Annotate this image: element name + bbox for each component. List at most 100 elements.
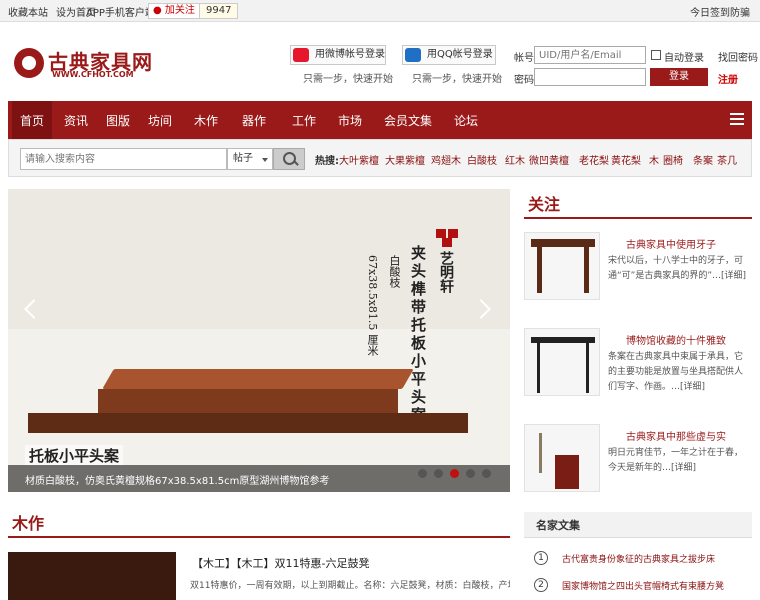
famous-articles-title: 名家文集 bbox=[536, 519, 580, 532]
account-input[interactable] bbox=[534, 46, 646, 64]
woodwork-section-title: 木作 bbox=[12, 514, 45, 533]
slide-dot[interactable] bbox=[418, 469, 427, 478]
app-link[interactable]: APP手机客户端 bbox=[86, 4, 155, 19]
bookmark-link[interactable]: 收藏本站 bbox=[8, 4, 48, 19]
slide-vertical-title: 夹头榫带托板小平头案 bbox=[409, 245, 427, 425]
woodwork-section-header: 木作 bbox=[8, 508, 510, 538]
focus-section-title: 关注 bbox=[528, 195, 561, 214]
menu-icon[interactable] bbox=[730, 113, 744, 125]
famous-article-item[interactable]: 1 古代富贵身份象征的古典家具之拔步床 bbox=[534, 551, 752, 569]
hot-keyword[interactable]: 红木 bbox=[505, 152, 525, 167]
weibo-login-label: 用微博帐号登录 bbox=[315, 49, 385, 60]
nav-item-forum[interactable]: 论坛 bbox=[454, 112, 478, 129]
qq-login-button[interactable]: 用QQ帐号登录 bbox=[402, 45, 496, 65]
nav-item-home[interactable]: 首页 bbox=[12, 101, 53, 139]
nav-item-market[interactable]: 市场 bbox=[338, 112, 362, 129]
qq-login-label: 用QQ帐号登录 bbox=[427, 49, 493, 60]
search-scope-select[interactable]: 帖子 bbox=[227, 148, 273, 170]
slide-caption-title[interactable]: 托板小平头案 bbox=[25, 445, 124, 466]
hot-keyword[interactable]: 微凹黄檀 bbox=[529, 152, 569, 167]
focus-item-summary: 明日元宵佳节，一年之计在于春，今天是新年的…[详细] bbox=[608, 448, 744, 473]
famous-article-title[interactable]: 国家博物馆之四出头官帽椅式有束腰方凳 bbox=[562, 579, 724, 592]
famous-article-title[interactable]: 古代富贵身份象征的古典家具之拔步床 bbox=[562, 552, 715, 565]
slide-dot[interactable] bbox=[434, 469, 443, 478]
slide-material: 白酸枝 bbox=[388, 255, 401, 288]
focus-section-header: 关注 bbox=[524, 189, 752, 219]
famous-articles-header: 名家文集 bbox=[524, 512, 752, 538]
rank-number: 1 bbox=[534, 551, 548, 565]
hot-keyword[interactable]: 茶几 bbox=[717, 152, 737, 167]
famous-article-item[interactable]: 2 国家博物馆之四出头官帽椅式有束腰方凳 bbox=[534, 578, 752, 596]
focus-item[interactable]: 古典家具中那些虚与实 明日元宵佳节，一年之计在于春，今天是新年的…[详细] bbox=[524, 424, 752, 504]
focus-item-title[interactable]: 古典家具中使用牙子 bbox=[626, 236, 716, 251]
weibo-login-button[interactable]: 用微博帐号登录 bbox=[290, 45, 386, 65]
password-input[interactable] bbox=[534, 68, 646, 86]
hot-keyword[interactable]: 木 bbox=[649, 152, 659, 167]
featured-slider[interactable]: 艺明轩 夹头榫带托板小平头案 白酸枝 67x38.5x81.5 厘米 托板小平头… bbox=[8, 189, 510, 492]
slide-dot[interactable] bbox=[482, 469, 491, 478]
cabinet-thumbnail bbox=[524, 424, 600, 492]
focus-item[interactable]: 古典家具中使用牙子 宋代以后，十八学士中的牙子，可通“可”是古典家具的界的”…[… bbox=[524, 232, 752, 312]
slide-background bbox=[8, 189, 510, 329]
hot-search-label: 热搜: bbox=[315, 156, 339, 167]
focus-item-title[interactable]: 博物馆收藏的十件雅致 bbox=[626, 332, 726, 347]
logo-emblem-icon bbox=[14, 48, 44, 78]
hot-keyword[interactable]: 大叶紫檀 bbox=[339, 152, 379, 167]
nav-item-member-articles[interactable]: 会员文集 bbox=[384, 112, 432, 129]
table-base-shape bbox=[28, 413, 468, 433]
qq-quick-login-text: 只需一步，快速开始 bbox=[412, 74, 502, 85]
main-nav: 首页 资讯 图版 坊间 木作 器作 工作 市场 会员文集 论坛 bbox=[8, 101, 752, 139]
search-input[interactable] bbox=[20, 148, 227, 170]
hot-keyword[interactable]: 鸡翅木 bbox=[431, 152, 461, 167]
remember-label: 自动登录 bbox=[664, 53, 704, 64]
hot-keyword[interactable]: 大果紫檀 bbox=[385, 152, 425, 167]
nav-item-workshop[interactable]: 工作 bbox=[292, 112, 316, 129]
site-url: WWW.CFHOT.COM bbox=[52, 70, 134, 79]
hot-keyword[interactable]: 黄花梨 bbox=[611, 152, 641, 167]
forgot-password-link[interactable]: 找回密码 bbox=[718, 49, 758, 64]
anti-fraud-link[interactable]: 防骗 bbox=[730, 4, 750, 19]
nav-item-woodwork[interactable]: 木作 bbox=[194, 112, 218, 129]
slide-dot[interactable] bbox=[466, 469, 475, 478]
rank-number: 2 bbox=[534, 578, 548, 592]
follower-count: 9947 bbox=[199, 3, 239, 19]
weibo-follow-button[interactable]: ● 加关注 bbox=[148, 3, 200, 19]
hot-keyword[interactable]: 条案 bbox=[693, 152, 713, 167]
search-scope-value: 帖子 bbox=[233, 153, 253, 164]
focus-item-summary: 条案在古典家具中束属于承具，它的主要功能是放置与坐具搭配供人们写字、作画。…[详… bbox=[608, 352, 744, 392]
hot-keyword[interactable]: 老花梨 bbox=[579, 152, 609, 167]
weibo-icon bbox=[293, 48, 309, 62]
weibo-icon: ● bbox=[153, 5, 162, 16]
login-button[interactable]: 登录 bbox=[650, 68, 708, 86]
chair-thumbnail bbox=[524, 232, 600, 300]
checkin-link[interactable]: 今日签到 bbox=[690, 4, 730, 19]
register-link[interactable]: 注册 bbox=[718, 71, 738, 86]
search-bar: 帖子 热搜: 大叶紫檀 大果紫檀 鸡翅木 白酸枝 红木 微凹黄檀 老花梨 黄花梨… bbox=[8, 139, 752, 177]
search-button[interactable] bbox=[273, 148, 305, 170]
article-summary: 双11特惠价，一周有效期，以上到期截止。名称：六足鼓凳，材质：白酸枝，产地：广州… bbox=[190, 581, 510, 591]
top-bar: 收藏本站 设为首页 APP手机客户端 ● 加关注 9947 今日签到 防骗 bbox=[0, 0, 760, 22]
hot-keyword[interactable]: 白酸枝 bbox=[467, 152, 497, 167]
focus-item[interactable]: 博物馆收藏的十件雅致 条案在古典家具中束属于承具，它的主要功能是放置与坐具搭配供… bbox=[524, 328, 752, 408]
nav-item-crafts[interactable]: 器作 bbox=[242, 112, 266, 129]
article-thumbnail[interactable] bbox=[8, 552, 176, 600]
table-side-shape bbox=[98, 389, 398, 413]
account-label: 帐号 bbox=[514, 53, 534, 64]
brand-logo-icon bbox=[436, 229, 458, 247]
table-thumbnail bbox=[524, 328, 600, 396]
slide-size: 67x38.5x81.5 厘米 bbox=[366, 255, 379, 356]
weibo-follow-label: 加关注 bbox=[164, 5, 195, 16]
hot-keyword[interactable]: 圈椅 bbox=[663, 152, 683, 167]
password-label: 密码 bbox=[514, 75, 534, 86]
table-top-shape bbox=[102, 369, 414, 389]
nav-item-gallery[interactable]: 图版 bbox=[106, 112, 130, 129]
nav-item-news[interactable]: 资讯 bbox=[64, 112, 88, 129]
slide-dot[interactable] bbox=[450, 469, 459, 478]
chevron-down-icon bbox=[262, 158, 268, 162]
qq-icon bbox=[405, 48, 421, 62]
weibo-quick-login-text: 只需一步，快速开始 bbox=[303, 74, 393, 85]
remember-checkbox[interactable] bbox=[651, 50, 661, 60]
nav-item-market-talk[interactable]: 坊间 bbox=[148, 112, 172, 129]
focus-item-title[interactable]: 古典家具中那些虚与实 bbox=[626, 428, 726, 443]
article-title[interactable]: 【木工】【木工】双11特惠-六足鼓凳 bbox=[192, 555, 369, 571]
